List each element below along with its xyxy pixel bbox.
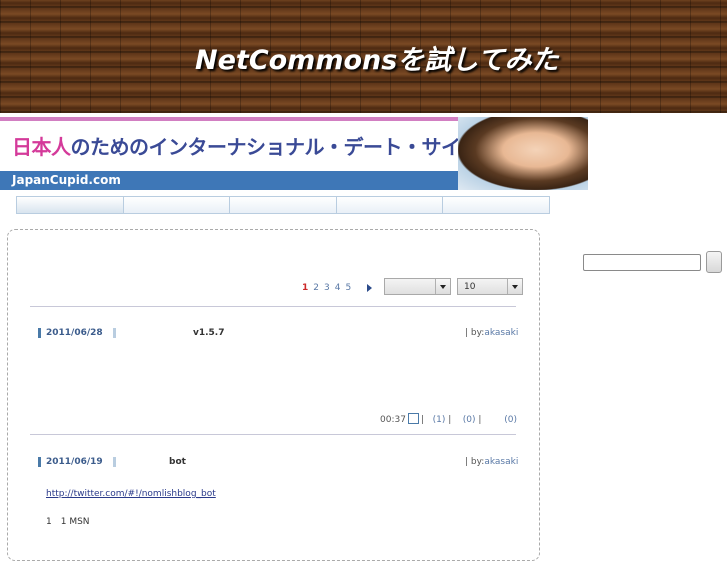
post-separator	[113, 328, 116, 338]
site-title[interactable]: NetCommonsを試してみた	[195, 38, 558, 77]
site-header: NetCommonsを試してみた	[0, 0, 727, 113]
count-select-value: 10	[464, 282, 476, 292]
footer-sep: |	[420, 415, 424, 425]
post-link[interactable]: http://twitter.com/#!/nomlishblog_bot	[46, 489, 216, 499]
menu-item-5[interactable]	[442, 196, 550, 214]
post-author-name[interactable]: akasaki	[484, 457, 518, 467]
banner-photo	[458, 117, 588, 190]
page-link-4[interactable]: 4	[335, 283, 341, 293]
menu-item-3[interactable]	[229, 196, 337, 214]
banner-headline-rest: のためのインターナショナル・デート・サイト!	[70, 135, 490, 159]
post-footer: 00:37 | (1) | (0) | (0)	[380, 413, 517, 425]
post-author-name[interactable]: akasaki	[484, 328, 518, 338]
pagination: 12345	[302, 283, 356, 293]
page-link-1[interactable]: 1	[302, 283, 308, 293]
vote-count[interactable]: (0)	[504, 415, 517, 425]
post-date: 2011/06/19	[38, 457, 103, 467]
post-date: 2011/06/28	[38, 328, 103, 338]
banner-domain: JapanCupid.com	[12, 173, 121, 187]
count-select[interactable]: 10	[457, 278, 523, 295]
post-author-prefix: | by:	[465, 328, 485, 338]
search-button[interactable]	[706, 251, 722, 273]
main-menu	[16, 196, 550, 214]
menu-item-2[interactable]	[122, 196, 231, 214]
page-link-5[interactable]: 5	[345, 283, 351, 293]
chevron-down-icon	[435, 279, 450, 294]
page-link-3[interactable]: 3	[324, 283, 330, 293]
triangle-right-icon[interactable]	[367, 284, 372, 292]
post-time: 00:37	[380, 415, 406, 425]
banner-headline: 日本人のためのインターナショナル・デート・サイト!	[12, 131, 489, 160]
divider	[30, 434, 516, 435]
trackback-count[interactable]: (0)	[463, 415, 476, 425]
post-separator	[113, 457, 116, 467]
checkbox-icon[interactable]	[407, 413, 419, 424]
menu-item-1[interactable]	[16, 196, 124, 214]
post-author-prefix: | by:	[465, 457, 485, 467]
footer-sep: |	[478, 415, 482, 425]
menu-item-4[interactable]	[335, 196, 444, 214]
category-select[interactable]	[384, 278, 451, 295]
banner-headline-highlight: 日本人	[12, 135, 71, 159]
comment-count[interactable]: (1)	[433, 415, 446, 425]
chevron-down-icon	[507, 279, 522, 294]
post-title[interactable]: v1.5.7	[193, 328, 225, 338]
post-body: 1 1 MSN	[46, 517, 90, 527]
search-input[interactable]	[583, 254, 701, 271]
post-title[interactable]: bot	[169, 457, 186, 467]
post-author: | by:akasaki	[465, 457, 518, 467]
ad-banner[interactable]: 日本人のためのインターナショナル・デート・サイト! JapanCupid.com…	[0, 117, 588, 190]
footer-sep: |	[448, 415, 452, 425]
post-author: | by:akasaki	[465, 328, 518, 338]
divider	[30, 306, 516, 307]
page-link-2[interactable]: 2	[313, 283, 319, 293]
